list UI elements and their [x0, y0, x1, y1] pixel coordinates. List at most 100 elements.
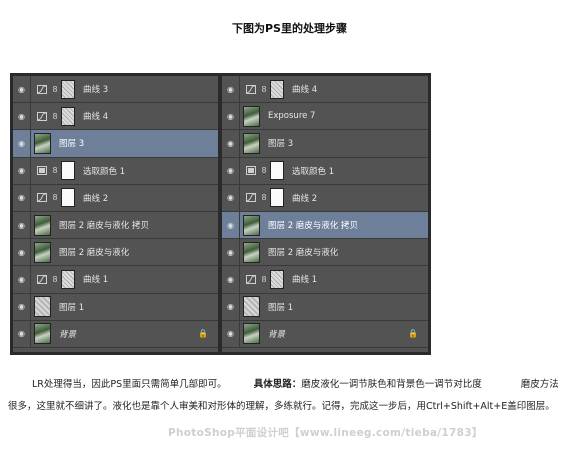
- layers-panel-right: ◉ 8 曲线 4 ◉ Exposure 7 ◉ 图层 3 ◉ 8 选取颜色 1 ◉ 8 曲线 2 ◉ 图层 …: [222, 76, 428, 352]
- layer-row[interactable]: ◉ 图层 1: [222, 293, 428, 321]
- visibility-eye-icon[interactable]: ◉: [13, 239, 31, 266]
- layer-name[interactable]: 图层 1: [268, 301, 293, 313]
- layer-row[interactable]: ◉ Exposure 7: [222, 103, 428, 131]
- layer-thumbnail[interactable]: [243, 105, 260, 127]
- mask-link-icon[interactable]: 8: [260, 275, 268, 284]
- layer-name[interactable]: 曲线 4: [83, 110, 108, 122]
- visibility-eye-icon[interactable]: ◉: [222, 239, 240, 266]
- layer-name[interactable]: 曲线 4: [292, 83, 317, 95]
- layer-row[interactable]: ◉ 8 曲线 4: [13, 103, 218, 131]
- layer-row[interactable]: ◉ 背景 🔒: [222, 320, 428, 348]
- visibility-eye-icon[interactable]: ◉: [222, 130, 240, 157]
- layer-name[interactable]: 图层 3: [59, 137, 84, 149]
- selective-color-icon: [37, 166, 47, 176]
- layer-row[interactable]: ◉ 图层 2 磨皮与液化: [222, 239, 428, 267]
- layer-row[interactable]: ◉ 8 曲线 1: [222, 266, 428, 294]
- layer-name[interactable]: 曲线 1: [83, 273, 108, 285]
- visibility-eye-icon[interactable]: ◉: [13, 211, 31, 239]
- layer-thumbnail[interactable]: [34, 296, 51, 318]
- layer-thumbnail[interactable]: [34, 241, 51, 263]
- visibility-eye-icon[interactable]: ◉: [13, 266, 31, 293]
- layer-name[interactable]: 图层 1: [59, 301, 84, 313]
- layer-mask-thumbnail[interactable]: [61, 161, 75, 181]
- layer-name[interactable]: 背景: [268, 328, 285, 340]
- layer-row[interactable]: ◉ 8 曲线 4: [222, 76, 428, 104]
- visibility-eye-icon[interactable]: ◉: [222, 293, 240, 320]
- visibility-eye-icon[interactable]: ◉: [222, 266, 240, 293]
- body-part2: 磨皮液化一调节肤色和背景色一调节对比度: [301, 379, 482, 390]
- layer-mask-thumbnail[interactable]: [270, 188, 284, 208]
- layer-name[interactable]: 曲线 3: [83, 83, 108, 95]
- visibility-eye-icon[interactable]: ◉: [13, 293, 31, 320]
- visibility-eye-icon[interactable]: ◉: [13, 130, 31, 157]
- visibility-eye-icon[interactable]: ◉: [222, 76, 240, 103]
- visibility-eye-icon[interactable]: ◉: [13, 157, 31, 184]
- mask-link-icon[interactable]: 8: [51, 275, 59, 284]
- curves-adjustment-icon: [37, 274, 47, 284]
- layer-name[interactable]: 曲线 2: [292, 192, 317, 204]
- page-title: 下图为PS里的处理步骤: [232, 22, 347, 35]
- visibility-eye-icon[interactable]: ◉: [222, 184, 240, 211]
- visibility-eye-icon[interactable]: ◉: [222, 103, 240, 130]
- layer-name[interactable]: 图层 2 磨皮与液化 拷贝: [268, 219, 358, 231]
- layer-thumbnail[interactable]: [243, 323, 260, 345]
- layer-row[interactable]: ◉ 8 曲线 2: [222, 184, 428, 212]
- layer-row[interactable]: ◉ 图层 2 磨皮与液化: [13, 239, 218, 267]
- layer-row[interactable]: ◉ 8 选取颜色 1: [222, 157, 428, 185]
- curves-adjustment-icon: [37, 84, 47, 94]
- layer-mask-thumbnail[interactable]: [61, 79, 75, 99]
- mask-link-icon[interactable]: 8: [51, 193, 59, 202]
- footer-watermark: PhotoShop平面设计吧【www.lineeg.com/tieba/1783…: [168, 427, 483, 439]
- layer-row[interactable]: ◉ 图层 2 磨皮与液化 拷贝: [13, 211, 218, 240]
- layer-thumbnail[interactable]: [243, 132, 260, 154]
- visibility-eye-icon[interactable]: ◉: [13, 76, 31, 103]
- layer-mask-thumbnail[interactable]: [61, 188, 75, 208]
- layer-mask-thumbnail[interactable]: [270, 161, 284, 181]
- layer-row[interactable]: ◉ 8 曲线 2: [13, 184, 218, 212]
- visibility-eye-icon[interactable]: ◉: [13, 320, 31, 347]
- layer-thumbnail[interactable]: [34, 132, 51, 154]
- layer-mask-thumbnail[interactable]: [270, 79, 284, 99]
- mask-link-icon[interactable]: 8: [51, 112, 59, 121]
- layer-name[interactable]: 选取颜色 1: [292, 165, 334, 177]
- selective-color-icon: [246, 166, 256, 176]
- mask-link-icon[interactable]: 8: [51, 85, 59, 94]
- layer-mask-thumbnail[interactable]: [61, 269, 75, 289]
- layer-thumbnail[interactable]: [243, 241, 260, 263]
- layer-thumbnail[interactable]: [243, 296, 260, 318]
- layer-name[interactable]: 背景: [59, 328, 76, 340]
- visibility-eye-icon[interactable]: ◉: [222, 320, 240, 347]
- mask-link-icon[interactable]: 8: [51, 166, 59, 175]
- curves-adjustment-icon: [246, 84, 256, 94]
- layer-mask-thumbnail[interactable]: [270, 269, 284, 289]
- layer-name[interactable]: 曲线 1: [292, 273, 317, 285]
- visibility-eye-icon[interactable]: ◉: [13, 184, 31, 211]
- mask-link-icon[interactable]: 8: [260, 166, 268, 175]
- layer-row[interactable]: ◉ 图层 3: [13, 130, 218, 158]
- layer-row[interactable]: ◉ 图层 1: [13, 293, 218, 321]
- layer-name[interactable]: 曲线 2: [83, 192, 108, 204]
- body-label: 具体思路：: [253, 379, 302, 390]
- layer-thumbnail[interactable]: [34, 214, 51, 236]
- mask-link-icon[interactable]: 8: [260, 85, 268, 94]
- layer-name[interactable]: 图层 3: [268, 137, 293, 149]
- layer-name[interactable]: 图层 2 磨皮与液化: [268, 246, 338, 258]
- layer-mask-thumbnail[interactable]: [61, 106, 75, 126]
- layer-name[interactable]: 选取颜色 1: [83, 165, 125, 177]
- layer-name[interactable]: Exposure 7: [268, 111, 315, 121]
- visibility-eye-icon[interactable]: ◉: [13, 103, 31, 130]
- layer-row[interactable]: ◉ 背景 🔒: [13, 320, 218, 348]
- layer-name[interactable]: 图层 2 磨皮与液化 拷贝: [59, 219, 149, 231]
- curves-adjustment-icon: [37, 193, 47, 203]
- visibility-eye-icon[interactable]: ◉: [222, 157, 240, 184]
- layer-row[interactable]: ◉ 8 曲线 3: [13, 76, 218, 104]
- layer-row[interactable]: ◉ 图层 3: [222, 130, 428, 158]
- layer-thumbnail[interactable]: [34, 323, 51, 345]
- layer-row[interactable]: ◉ 8 选取颜色 1: [13, 157, 218, 185]
- visibility-eye-icon[interactable]: ◉: [222, 211, 240, 239]
- layer-row[interactable]: ◉ 8 曲线 1: [13, 266, 218, 294]
- layer-row[interactable]: ◉ 图层 2 磨皮与液化 拷贝: [222, 211, 428, 240]
- mask-link-icon[interactable]: 8: [260, 193, 268, 202]
- layer-thumbnail[interactable]: [243, 214, 260, 236]
- layer-name[interactable]: 图层 2 磨皮与液化: [59, 246, 129, 258]
